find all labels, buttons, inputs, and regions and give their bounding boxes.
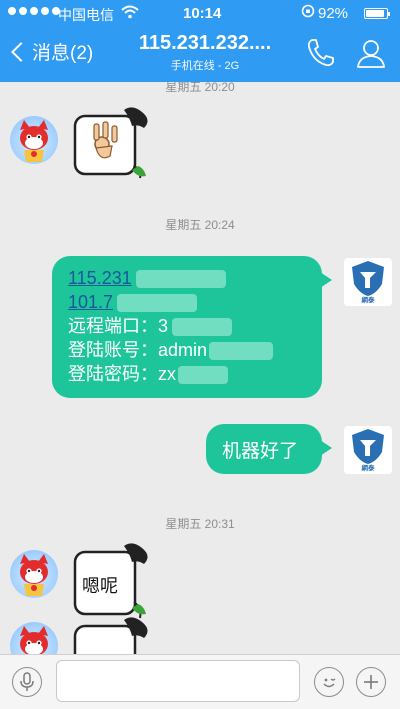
- my-avatar[interactable]: 網泰: [344, 258, 392, 306]
- contact-avatar[interactable]: [10, 116, 58, 164]
- message-bubble-outgoing[interactable]: 机器好了: [206, 424, 332, 474]
- brand-name: 網泰: [362, 463, 376, 472]
- timestamp: 星期五 20:24: [165, 218, 235, 232]
- ok-hand-sticker[interactable]: [72, 106, 150, 179]
- smiley-icon: [323, 678, 336, 688]
- chat-title: 115.231.232....: [138, 32, 272, 54]
- chevron-left-icon: [11, 41, 31, 62]
- message-bubble-outgoing[interactable]: 115.231 101.7 远程端口：3 登陆账号：admin 登陆密码：zx: [52, 256, 332, 398]
- message-line[interactable]: 101.7: [68, 290, 306, 314]
- back-button[interactable]: 消息(2): [8, 38, 93, 65]
- sticker[interactable]: [72, 616, 150, 654]
- timestamp: 星期五 20:20: [165, 82, 235, 94]
- timestamp: 星期五 20:31: [165, 517, 235, 531]
- brand-name: 網泰: [362, 295, 376, 304]
- fox-mascot-icon: [20, 120, 48, 162]
- emoji-button[interactable]: [314, 667, 344, 697]
- carrier-name: 中国电信: [58, 7, 114, 23]
- person-icon: [357, 40, 385, 68]
- chat-title-block: 115.231.232.... 手机在线 - 2G: [120, 32, 290, 73]
- sticker-text: 嗯呢: [82, 576, 118, 596]
- profile-button[interactable]: [355, 37, 387, 69]
- fox-mascot-icon: [20, 626, 48, 654]
- microphone-icon: [20, 672, 34, 691]
- message-input-bar: [0, 654, 400, 709]
- message-line: 登陆账号：admin: [68, 338, 306, 362]
- more-button[interactable]: [356, 667, 386, 697]
- nettec-logo-icon: 網泰: [352, 429, 384, 472]
- message-line: 远程端口：3: [68, 314, 306, 338]
- phone-call-button[interactable]: [305, 37, 335, 69]
- battery-icon: [364, 8, 390, 19]
- contact-avatar[interactable]: [10, 622, 58, 654]
- message-input[interactable]: [56, 660, 300, 702]
- chat-area[interactable]: 星期五 20:20 星期五 20:24 115.231 101.7 远程端口：3…: [0, 82, 400, 654]
- my-avatar[interactable]: 網泰: [344, 426, 392, 474]
- status-time: 10:14: [183, 5, 222, 22]
- plus-icon: [364, 675, 378, 689]
- status-bar: 中国电信 10:14 92%: [0, 0, 400, 28]
- signal-strength-icon: [8, 7, 60, 15]
- phone-icon: [307, 39, 334, 67]
- message-text: 机器好了: [222, 441, 299, 462]
- message-line[interactable]: 115.231: [68, 266, 306, 290]
- fox-mascot-icon: [20, 554, 48, 596]
- message-line: 登陆密码：zx: [68, 362, 306, 386]
- contact-avatar[interactable]: [10, 550, 58, 598]
- back-label: 消息(2): [32, 43, 94, 64]
- wifi-icon: [121, 5, 139, 22]
- nettec-logo-icon: 網泰: [352, 261, 384, 304]
- nav-bar: 消息(2) 115.231.232.... 手机在线 - 2G: [0, 28, 400, 82]
- rotation-lock-icon: [301, 4, 315, 21]
- sticker-reply[interactable]: 嗯呢: [72, 542, 154, 619]
- chat-subtitle: 手机在线 - 2G: [170, 60, 240, 72]
- top-bar: 中国电信 10:14 92% 消息(2) 115.231.232.... 手机在…: [0, 0, 400, 82]
- battery-percent: 92%: [318, 5, 349, 22]
- voice-button[interactable]: [12, 667, 42, 697]
- battery-fill: [366, 10, 385, 17]
- message-text: 115.231 101.7 远程端口：3 登陆账号：admin 登陆密码：zx: [52, 256, 322, 396]
